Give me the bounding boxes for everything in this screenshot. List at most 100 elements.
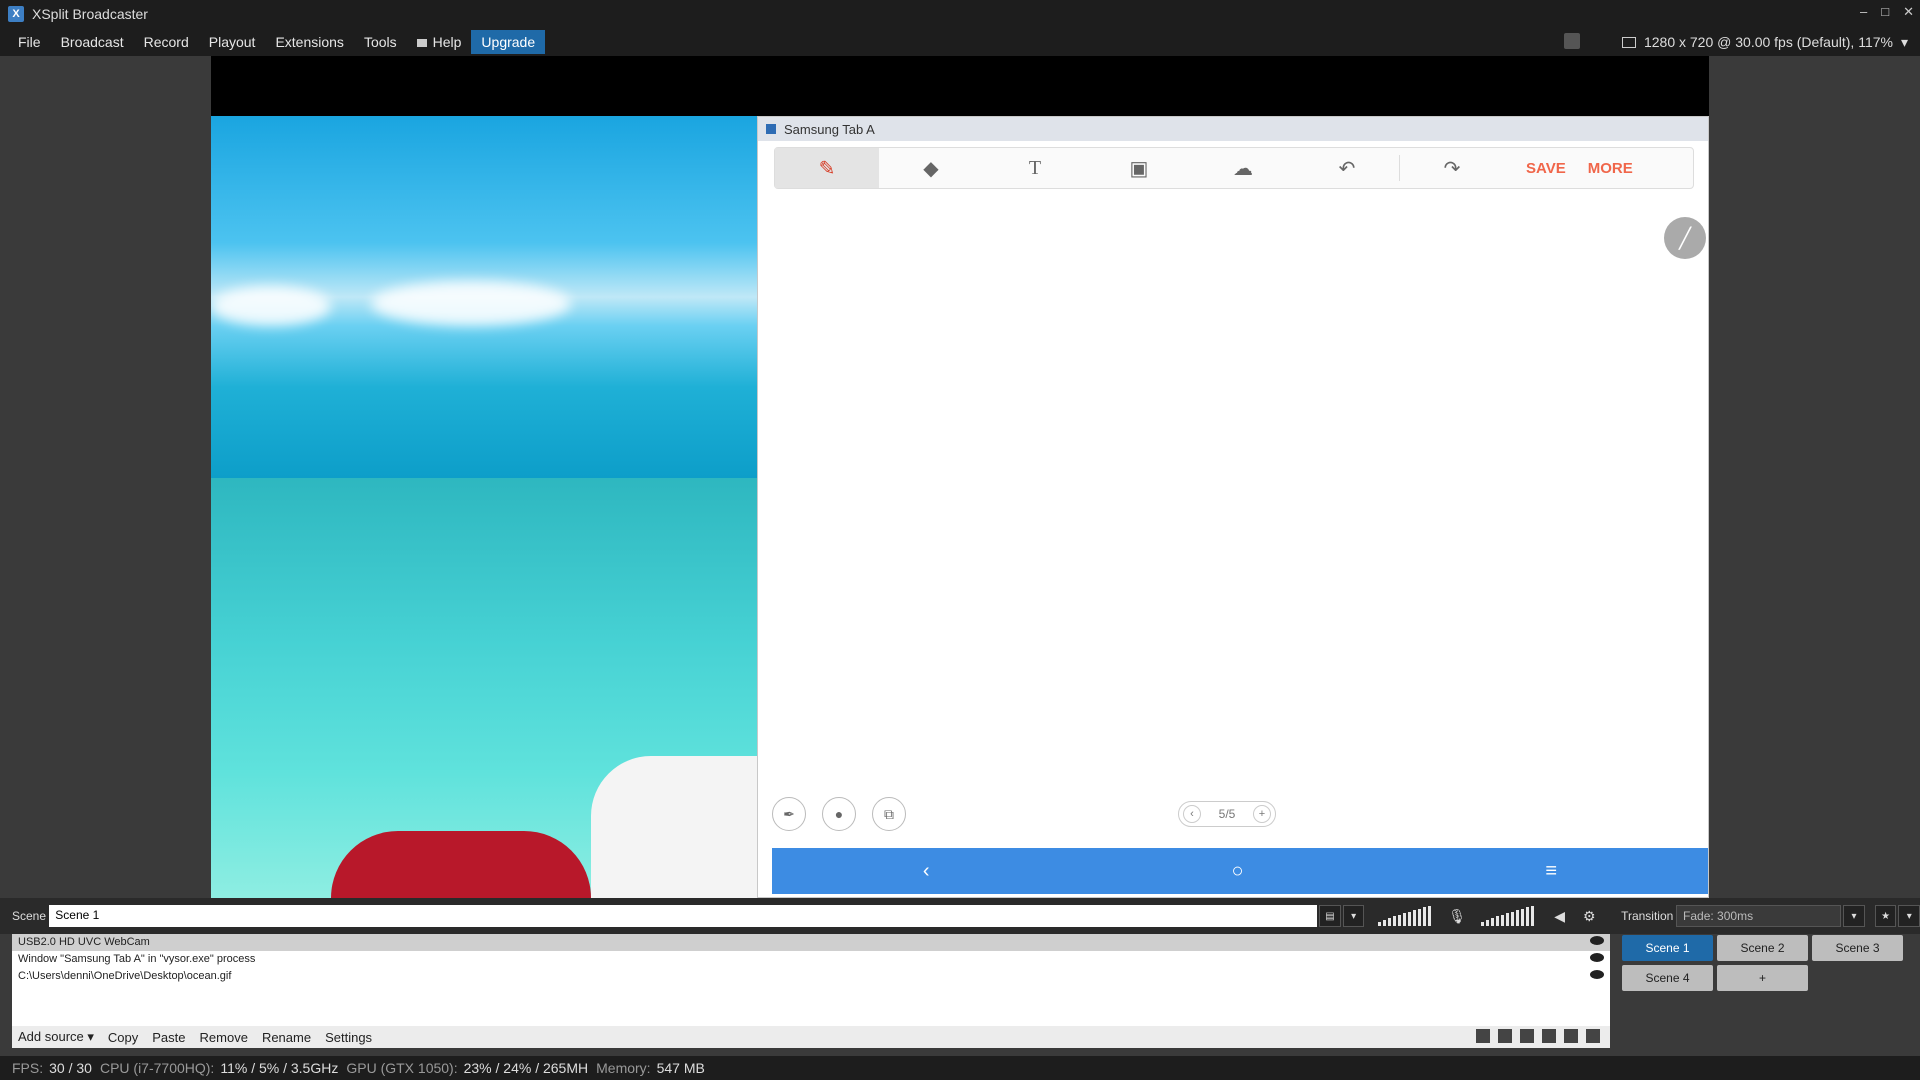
image-tool[interactable]: ▣ bbox=[1087, 148, 1191, 188]
paste-button[interactable]: Paste bbox=[152, 1030, 185, 1045]
add-page-icon[interactable]: + bbox=[1253, 805, 1271, 823]
scene-buttons: Scene 1 Scene 2 Scene 3 Scene 4 + bbox=[1622, 935, 1903, 991]
lasso-tool[interactable]: ☁ bbox=[1191, 148, 1295, 188]
menu-icon[interactable]: ≡ bbox=[1545, 860, 1557, 883]
stage-preview[interactable]: Samsung Tab A ✎ ◆ T ▣ ☁ ↶ ↷ SAVE MORE ╱ … bbox=[211, 56, 1709, 898]
scene-button-3[interactable]: Scene 3 bbox=[1812, 935, 1903, 961]
move-down-icon[interactable] bbox=[1586, 1029, 1600, 1043]
minimize-button[interactable]: – bbox=[1860, 4, 1867, 20]
menu-playout[interactable]: Playout bbox=[199, 30, 266, 54]
menu-tools[interactable]: Tools bbox=[354, 30, 407, 54]
scene-name-input[interactable]: Scene 1 bbox=[49, 905, 1318, 927]
source-list: USB2.0 HD UVC WebCam Window "Samsung Tab… bbox=[12, 934, 1610, 1026]
redo-icon: ↷ bbox=[1443, 157, 1461, 180]
maximize-button[interactable]: □ bbox=[1881, 4, 1889, 20]
undo-icon: ↶ bbox=[1338, 157, 1356, 180]
speaker-icon[interactable]: ◀ bbox=[1550, 906, 1570, 926]
shape-icon[interactable]: ● bbox=[822, 797, 856, 831]
gear-icon[interactable]: ⚙ bbox=[1579, 906, 1599, 926]
more-button[interactable]: MORE bbox=[1588, 160, 1633, 177]
pen-settings-icon[interactable]: ✒ bbox=[772, 797, 806, 831]
eraser-tool[interactable]: ◆ bbox=[879, 148, 983, 188]
visibility-eye-icon[interactable] bbox=[1590, 970, 1604, 979]
copy-button[interactable]: Copy bbox=[108, 1030, 138, 1045]
floating-pen-icon[interactable]: ╱ bbox=[1664, 217, 1706, 259]
transition-more-icon[interactable]: ▾ bbox=[1898, 905, 1920, 927]
microphone-icon[interactable]: 🎙 bbox=[1447, 906, 1467, 926]
fps-value: 30 / 30 bbox=[49, 1060, 92, 1076]
page-navigator: ‹ 5/5 + bbox=[1178, 801, 1276, 827]
rename-button[interactable]: Rename bbox=[262, 1030, 311, 1045]
scene-button-2[interactable]: Scene 2 bbox=[1717, 935, 1808, 961]
page-count: 5/5 bbox=[1218, 807, 1236, 821]
app-window: X XSplit Broadcaster – □ ✕ File Broadcas… bbox=[0, 0, 1920, 1080]
scene-dropdown-icon[interactable]: ▾ bbox=[1342, 905, 1365, 927]
convert-icon[interactable]: ⧉ bbox=[872, 797, 906, 831]
visibility-eye-icon[interactable] bbox=[1590, 953, 1604, 962]
scene-options-icon[interactable]: ▤ bbox=[1319, 905, 1341, 927]
menu-help-label: Help bbox=[432, 34, 462, 50]
menu-upgrade[interactable]: Upgrade bbox=[471, 30, 546, 54]
text-icon: T bbox=[1028, 156, 1042, 179]
cpu-value: 11% / 5% / 3.5GHz bbox=[220, 1060, 339, 1076]
menu-extensions[interactable]: Extensions bbox=[265, 30, 353, 54]
source-label: Window "Samsung Tab A" in "vysor.exe" pr… bbox=[18, 953, 256, 965]
menu-broadcast[interactable]: Broadcast bbox=[51, 30, 134, 54]
system-audio-meter bbox=[1378, 906, 1437, 926]
fullscreen-icon[interactable] bbox=[1520, 1029, 1534, 1043]
transition-add-icon[interactable]: ★ bbox=[1874, 905, 1897, 927]
bottom-tools: ✒ ● ⧉ bbox=[772, 797, 906, 831]
menu-file[interactable]: File bbox=[8, 30, 51, 54]
samsung-window-source[interactable]: Samsung Tab A ✎ ◆ T ▣ ☁ ↶ ↷ SAVE MORE ╱ … bbox=[757, 116, 1709, 898]
redo-tool[interactable]: ↷ bbox=[1400, 148, 1504, 188]
add-scene-button[interactable]: + bbox=[1717, 965, 1808, 991]
transition-dropdown-icon[interactable]: ▾ bbox=[1843, 905, 1865, 927]
scene-button-1[interactable]: Scene 1 bbox=[1622, 935, 1713, 961]
visibility-eye-icon[interactable] bbox=[1590, 936, 1604, 945]
monitor-icon bbox=[1621, 36, 1636, 48]
memory-label: Memory: bbox=[596, 1060, 651, 1076]
webcam-person-shape bbox=[591, 756, 771, 898]
source-row[interactable]: USB2.0 HD UVC WebCam bbox=[12, 934, 1610, 951]
source-tool-icons bbox=[1476, 1029, 1600, 1043]
layout-icon[interactable] bbox=[1542, 1029, 1556, 1043]
add-source-button[interactable]: Add source ▾ bbox=[18, 1029, 94, 1045]
scene-label: Scene bbox=[12, 909, 47, 923]
memory-value: 547 MB bbox=[656, 1060, 705, 1076]
cpu-label: CPU (i7-7700HQ): bbox=[99, 1060, 215, 1076]
pen-icon: ✎ bbox=[818, 157, 836, 180]
menu-record[interactable]: Record bbox=[134, 30, 199, 54]
window-icon bbox=[766, 124, 776, 134]
status-bar: FPS: 30 / 30 CPU (i7-7700HQ): 11% / 5% /… bbox=[0, 1056, 1920, 1080]
cloud-shape bbox=[211, 286, 331, 326]
save-button[interactable]: SAVE bbox=[1526, 160, 1566, 177]
close-button[interactable]: ✕ bbox=[1903, 4, 1914, 20]
lock-icon[interactable] bbox=[1498, 1029, 1512, 1043]
back-icon[interactable]: ‹ bbox=[923, 860, 930, 883]
scene-button-4[interactable]: Scene 4 bbox=[1622, 965, 1713, 991]
remove-button[interactable]: Remove bbox=[200, 1030, 248, 1045]
mail-icon bbox=[416, 39, 427, 48]
source-row[interactable]: C:\Users\denni\OneDrive\Desktop\ocean.gi… bbox=[12, 968, 1610, 985]
resolution-dropdown[interactable]: 1280 x 720 @ 30.00 fps (Default), 117% ▾ bbox=[1621, 28, 1908, 56]
cloud-shape bbox=[371, 281, 571, 326]
chevron-down-icon: ▾ bbox=[1900, 33, 1908, 50]
share-icon[interactable] bbox=[1564, 33, 1580, 49]
note-toolbar: ✎ ◆ T ▣ ☁ ↶ ↷ SAVE MORE bbox=[774, 147, 1694, 189]
prev-page-icon[interactable]: ‹ bbox=[1183, 805, 1201, 823]
settings-button[interactable]: Settings bbox=[325, 1030, 372, 1045]
move-up-icon[interactable] bbox=[1564, 1029, 1578, 1043]
ocean-gif-source[interactable] bbox=[211, 116, 757, 478]
pen-tool[interactable]: ✎ bbox=[775, 148, 879, 188]
source-row[interactable]: Window "Samsung Tab A" in "vysor.exe" pr… bbox=[12, 951, 1610, 968]
undo-tool[interactable]: ↶ bbox=[1295, 148, 1399, 188]
xsplit-logo-icon: X bbox=[8, 6, 24, 22]
window-title: XSplit Broadcaster bbox=[32, 6, 148, 22]
home-icon[interactable]: ○ bbox=[1231, 860, 1243, 883]
gpu-value: 23% / 24% / 265MH bbox=[463, 1060, 589, 1076]
folder-icon[interactable] bbox=[1476, 1029, 1490, 1043]
title-bar: X XSplit Broadcaster – □ ✕ bbox=[0, 0, 1920, 28]
text-tool[interactable]: T bbox=[983, 148, 1087, 188]
transition-select[interactable]: Fade: 300ms bbox=[1676, 905, 1842, 927]
menu-help[interactable]: Help bbox=[407, 30, 472, 54]
